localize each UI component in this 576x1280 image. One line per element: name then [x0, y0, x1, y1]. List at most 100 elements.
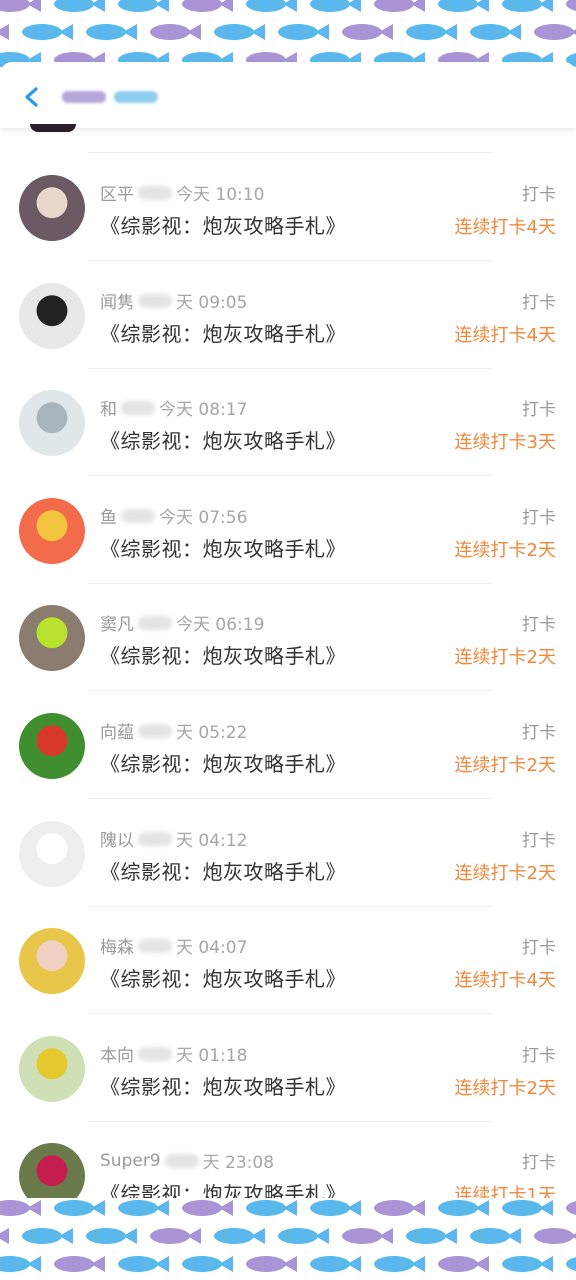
back-button[interactable] [18, 82, 48, 112]
fish-icon [0, 0, 41, 12]
user-name[interactable]: 区平 [100, 180, 134, 205]
user-name[interactable]: 窦凡 [100, 610, 134, 635]
fish-icon [566, 0, 576, 11]
streak-label: 连续打卡4天 [454, 325, 556, 346]
book-title[interactable]: 《综影视：炮灰攻略手札》 [100, 425, 346, 454]
fish-icon [534, 24, 576, 40]
fish-icon [118, 1200, 169, 1216]
avatar[interactable] [19, 1036, 85, 1102]
list-item[interactable]: 本向 天 01:18 《综影视：炮灰攻略手札》 打卡连续打卡2天 [0, 1033, 576, 1141]
avatar [30, 124, 76, 132]
timestamp: 天 23:08 [202, 1153, 275, 1173]
fish-icon [406, 24, 457, 40]
fish-icon [214, 24, 265, 40]
header-bar [0, 62, 576, 128]
list-item[interactable]: 隗以 天 04:12 《综影视：炮灰攻略手札》 打卡 连续打卡2天 [0, 818, 576, 926]
list-item[interactable]: 梅森 天 04:07 《综影视：炮灰攻略手札》 打卡 连续打卡4天 [0, 925, 576, 1033]
fish-icon [502, 1256, 553, 1272]
user-meta: 鱼 今天 07:56 [100, 503, 247, 528]
redacted-blob [62, 91, 106, 103]
fish-icon [86, 1228, 137, 1244]
streak-label: 连续打卡4天 [454, 217, 556, 238]
fish-icon [118, 1256, 169, 1272]
streak-label: 连续打卡2天 [454, 1078, 556, 1099]
timestamp: 天 05:22 [176, 723, 248, 743]
streak-label: 连续打卡2天 [454, 540, 556, 561]
redacted-blob [121, 508, 155, 523]
timestamp: 天 01:18 [176, 1046, 248, 1066]
avatar[interactable] [19, 175, 85, 241]
user-meta: Super9 天 23:08 [100, 1148, 275, 1174]
avatar[interactable] [19, 605, 85, 671]
divider [88, 260, 492, 261]
user-meta: 梅森 天 04:07 [100, 933, 247, 958]
list-item[interactable]: 窦凡 今天 06:19 《综影视：炮灰攻略手札》 打卡 连续打卡2天 [0, 602, 576, 710]
fish-pattern-bottom-graphic [0, 1200, 576, 1272]
fish-icon [342, 24, 393, 40]
fish-pattern-top [0, 0, 576, 70]
book-title[interactable]: 《综影视：炮灰攻略手札》 [100, 210, 346, 239]
fish-icon [54, 1256, 105, 1272]
divider [88, 475, 492, 476]
avatar[interactable] [19, 390, 85, 456]
fish-icon [246, 0, 297, 12]
redacted-blob [138, 615, 172, 630]
book-title[interactable]: 《综影视：炮灰攻略手札》 [100, 748, 346, 777]
list-item[interactable]: 向蕴 天 05:22 《综影视：炮灰攻略手札》 打卡 连续打卡2天 [0, 710, 576, 818]
user-name[interactable]: 隗以 [100, 826, 134, 851]
avatar[interactable] [19, 928, 85, 994]
list-item[interactable]: 区平 今天 10:10 《综影视：炮灰攻略手札》 打卡 连续打卡4天 [0, 172, 576, 280]
book-title[interactable]: 《综影视：炮灰攻略手札》 [100, 318, 346, 347]
book-title[interactable]: 《综影视：炮灰攻略手札》 [100, 963, 346, 992]
fish-icon [150, 1228, 201, 1244]
book-title[interactable]: 《综影视：炮灰攻略手札》 [100, 533, 346, 562]
fish-icon [438, 1200, 489, 1216]
fish-pattern-top-graphic [0, 0, 576, 68]
avatar[interactable] [19, 821, 85, 887]
fish-icon [470, 1228, 521, 1244]
user-name[interactable]: 和 [100, 395, 117, 420]
fish-icon [246, 1256, 297, 1272]
book-title[interactable]: 《综影视：炮灰攻略手札》 [100, 640, 346, 669]
checkin-tag: 打卡 [522, 723, 556, 743]
fish-icon [534, 1228, 576, 1244]
user-meta: 和 今天 08:17 [100, 395, 247, 420]
fish-icon [0, 1228, 9, 1244]
fish-icon [182, 1200, 233, 1216]
divider [88, 798, 492, 799]
avatar[interactable] [19, 283, 85, 349]
user-meta: 本向 天 01:18 [100, 1041, 247, 1066]
divider [88, 690, 492, 691]
checkin-tag: 打卡 [522, 938, 556, 958]
timestamp: 今天 10:10 [176, 185, 265, 205]
fish-icon [310, 1200, 361, 1216]
book-title[interactable]: 《综影视：炮灰攻略手札》 [100, 1071, 346, 1100]
user-meta: 隗以 天 04:12 [100, 826, 247, 851]
header-title-redacted [62, 88, 158, 106]
fish-icon [566, 1257, 576, 1271]
fish-icon [0, 1200, 41, 1216]
user-name[interactable]: 向蕴 [100, 718, 134, 743]
avatar[interactable] [19, 498, 85, 564]
redacted-blob [121, 400, 155, 415]
book-title[interactable]: 《综影视：炮灰攻略手札》 [100, 856, 346, 885]
list-item[interactable]: 闻隽 天 09:05 《综影视：炮灰攻略手札》 打卡 连续打卡4天 [0, 280, 576, 388]
user-name[interactable]: 鱼 [100, 503, 117, 528]
checkin-tag: 打卡 [522, 831, 556, 851]
list-item[interactable]: 鱼 今天 07:56 《综影视：炮灰攻略手札》 打卡 连续打卡2天 [0, 495, 576, 603]
user-name[interactable]: Super9 [100, 1151, 161, 1171]
checkin-tag: 打卡 [522, 1046, 556, 1066]
user-meta: 窦凡 今天 06:19 [100, 610, 264, 635]
fish-icon [502, 0, 553, 12]
fish-icon [182, 0, 233, 12]
timestamp: 天 04:12 [176, 831, 248, 851]
user-name[interactable]: 本向 [100, 1041, 134, 1066]
list-item[interactable]: 和 今天 08:17 《综影视：炮灰攻略手札》 打卡 连续打卡3天 [0, 387, 576, 495]
user-name[interactable]: 闻隽 [100, 288, 134, 313]
fish-icon [502, 1200, 553, 1216]
avatar[interactable] [19, 713, 85, 779]
redacted-blob [138, 293, 172, 308]
user-name[interactable]: 梅森 [100, 933, 134, 958]
checkin-tag: 打卡 [522, 615, 556, 635]
streak-label: 连续打卡3天 [454, 432, 556, 453]
